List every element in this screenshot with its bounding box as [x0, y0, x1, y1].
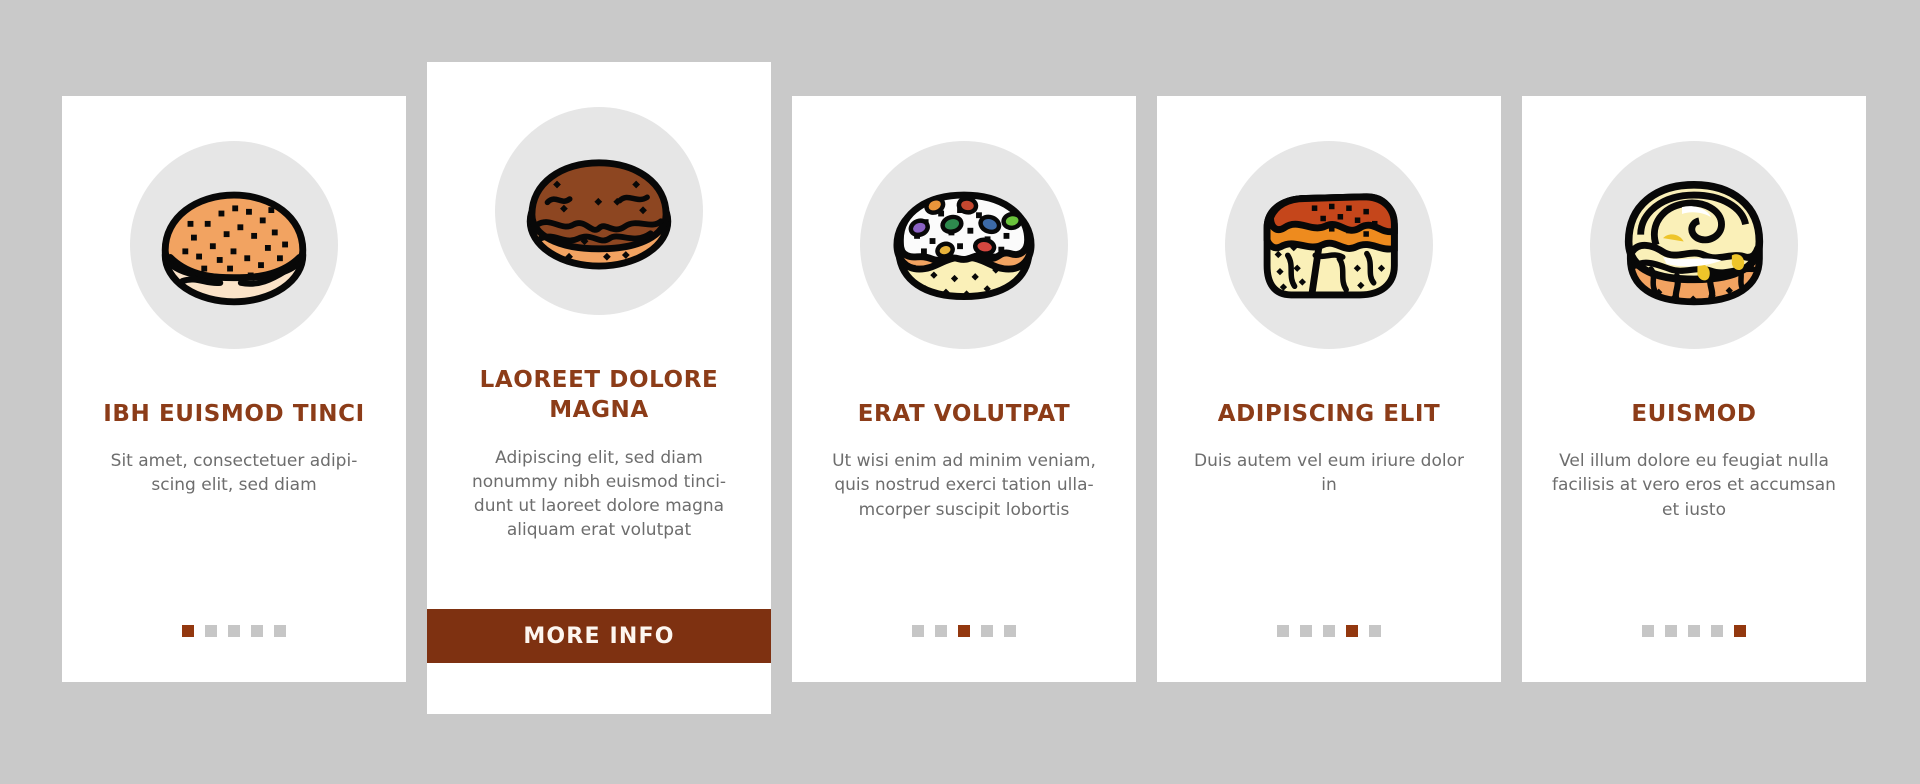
pagination-dot-4[interactable]	[981, 625, 993, 637]
pagination-dot-5[interactable]	[274, 625, 286, 637]
illustration-disc	[495, 107, 703, 315]
pagination-dot-5[interactable]	[1004, 625, 1016, 637]
pagination-dot-4[interactable]	[1346, 625, 1358, 637]
pagination-dot-5[interactable]	[1369, 625, 1381, 637]
pagination-dots[interactable]	[1522, 625, 1866, 637]
illustration-disc	[1590, 141, 1798, 349]
card-body: Vel illum dolore eu feugiat nulla facili…	[1552, 451, 1836, 520]
illustration-area	[62, 141, 406, 349]
pagination-dot-2[interactable]	[935, 625, 947, 637]
pagination-dots[interactable]	[1157, 625, 1501, 637]
pagination-dot-1[interactable]	[182, 625, 194, 637]
card-title: ERAT VOLUTPAT	[857, 401, 1071, 427]
pagination-dot-3[interactable]	[228, 625, 240, 637]
sprinkle-donut-icon	[893, 191, 1035, 301]
pagination-dot-2[interactable]	[1300, 625, 1312, 637]
pagination-dot-2[interactable]	[1665, 625, 1677, 637]
pagination-dot-4[interactable]	[1711, 625, 1723, 637]
pagination-dot-3[interactable]	[1688, 625, 1700, 637]
illustration-disc	[860, 141, 1068, 349]
illustration-area	[1157, 141, 1501, 349]
card-body: Duis autem vel eum iriure dolor in	[1194, 451, 1464, 496]
illustration-disc	[1225, 141, 1433, 349]
pagination-dots[interactable]	[792, 625, 1136, 637]
more-info-button[interactable]: MORE INFO	[427, 609, 771, 663]
onboarding-card-2[interactable]: LAOREET DOLORE MAGNA Adipiscing elit, se…	[427, 62, 771, 714]
pagination-dots[interactable]	[62, 625, 406, 637]
card-body: Adipiscing elit, sed diam nonummy nibh e…	[471, 447, 727, 541]
card-title: ADIPISCING ELIT	[1217, 401, 1441, 427]
illustration-area	[792, 141, 1136, 349]
illustration-area	[427, 107, 771, 315]
pagination-dot-3[interactable]	[958, 625, 970, 637]
onboarding-card-3[interactable]: ERAT VOLUTPAT Ut wisi enim ad minim veni…	[792, 96, 1136, 682]
card-title: EUISMOD	[1631, 401, 1757, 427]
pagination-dot-3[interactable]	[1323, 625, 1335, 637]
pagination-dot-2[interactable]	[205, 625, 217, 637]
chocolate-donut-icon	[526, 159, 672, 270]
card-title: LAOREET DOLORE MAGNA	[479, 367, 719, 424]
card-body: Sit amet, consectetuer adipi-scing elit,…	[110, 451, 358, 496]
pagination-dot-5[interactable]	[1734, 625, 1746, 637]
card-body: Ut wisi enim ad minim veniam, quis nostr…	[832, 451, 1096, 520]
glazed-square-pastry-icon	[1263, 193, 1398, 299]
onboarding-card-5[interactable]: EUISMOD Vel illum dolore eu feugiat null…	[1522, 96, 1866, 682]
illustration-disc	[130, 141, 338, 349]
onboarding-card-4[interactable]: ADIPISCING ELIT Duis autem vel eum iriur…	[1157, 96, 1501, 682]
pagination-dot-1[interactable]	[912, 625, 924, 637]
pagination-dot-1[interactable]	[1277, 625, 1289, 637]
cinnamon-roll-icon	[1624, 181, 1764, 306]
sesame-bun-icon	[161, 191, 307, 306]
onboarding-card-1[interactable]: IBH EUISMOD TINCI Sit amet, consectetuer…	[62, 96, 406, 682]
pagination-dot-4[interactable]	[251, 625, 263, 637]
onboarding-screens-board: IBH EUISMOD TINCI Sit amet, consectetuer…	[0, 0, 1920, 784]
illustration-area	[1522, 141, 1866, 349]
card-title: IBH EUISMOD TINCI	[103, 401, 365, 427]
pagination-dot-1[interactable]	[1642, 625, 1654, 637]
